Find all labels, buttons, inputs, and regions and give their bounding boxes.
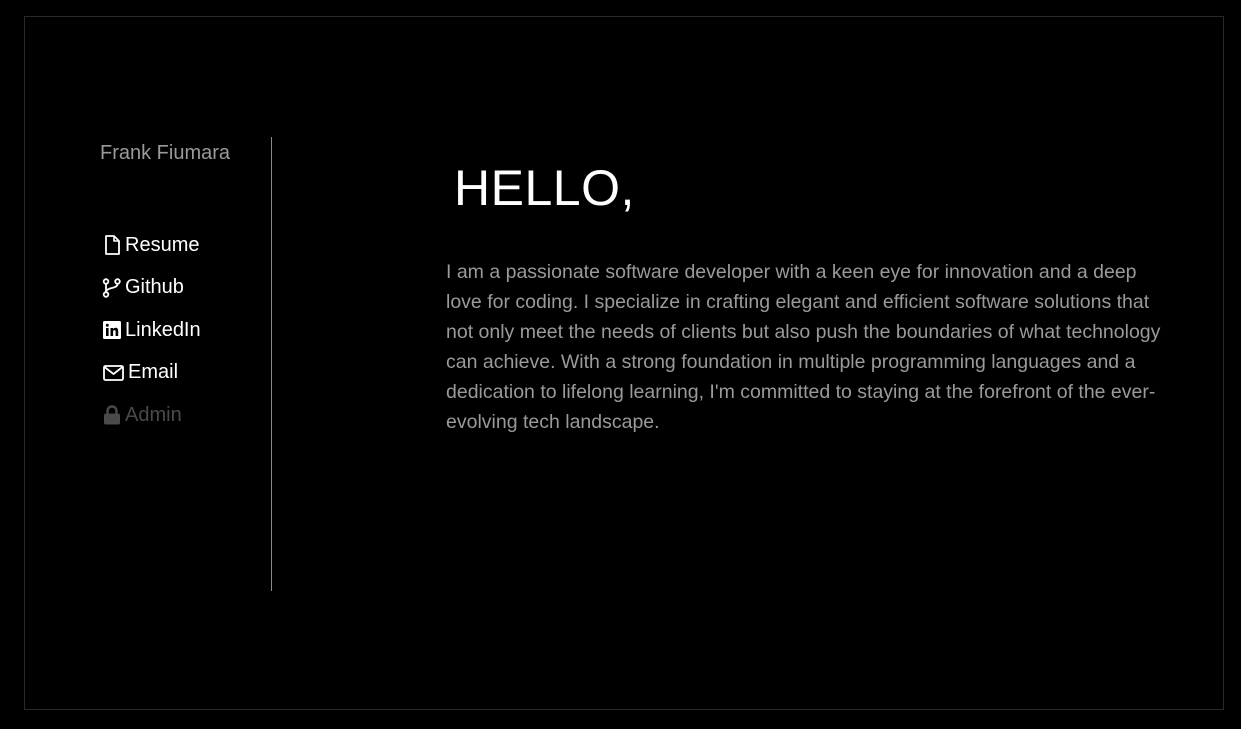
nav-menu: Resume Github LinkedIn Email Admin xyxy=(102,233,201,446)
code-branch-icon xyxy=(102,277,122,298)
bio-paragraph: I am a passionate software developer wit… xyxy=(446,261,1161,433)
nav-item-linkedin[interactable]: LinkedIn xyxy=(102,318,201,342)
nav-item-label: Resume xyxy=(125,233,200,256)
sidebar-divider xyxy=(271,137,272,591)
nav-item-github[interactable]: Github xyxy=(102,276,201,300)
owner-name: Frank Fiumara xyxy=(100,142,231,164)
lock-icon xyxy=(102,405,122,425)
nav-item-label: Email xyxy=(128,361,179,383)
nav-item-label: Admin xyxy=(125,403,182,426)
nav-item-email[interactable]: Email xyxy=(102,361,201,385)
file-icon xyxy=(102,235,122,255)
nav-item-label: LinkedIn xyxy=(125,318,201,341)
sidebar: Frank Fiumara Resume Github LinkedIn Ema… xyxy=(0,0,271,729)
nav-item-resume[interactable]: Resume xyxy=(102,233,201,257)
envelope-icon xyxy=(102,363,124,383)
linkedin-icon xyxy=(102,320,122,340)
nav-item-admin: Admin xyxy=(102,403,201,427)
nav-item-label: Github xyxy=(125,276,184,298)
greeting-heading: HELLO, xyxy=(454,160,635,216)
